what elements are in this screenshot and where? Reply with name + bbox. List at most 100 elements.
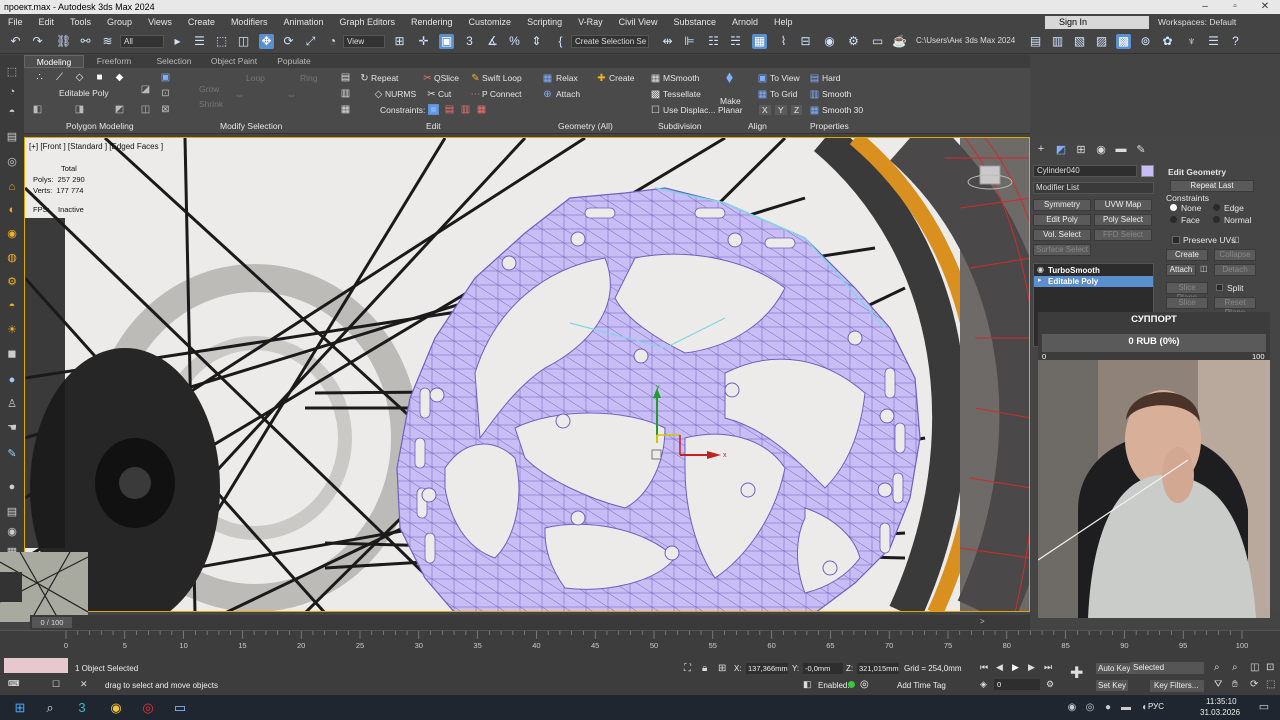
go-to-end-icon[interactable]: ⏭: [1044, 662, 1052, 673]
nurms-button[interactable]: NURMS: [385, 89, 416, 99]
detach-button[interactable]: Detach: [1214, 264, 1256, 276]
zoom-all-icon[interactable]: ⌕: [1232, 662, 1238, 673]
scale-icon[interactable]: ⤢: [303, 34, 318, 49]
set-key-button[interactable]: Set Key: [1096, 680, 1129, 691]
named-selection-dropdown[interactable]: Create Selection Se: [571, 35, 649, 48]
repeat-button[interactable]: Repeat: [371, 73, 398, 83]
spacewarps-icon[interactable]: ⚙: [5, 275, 19, 289]
obs-taskbar-icon[interactable]: ◎: [136, 695, 160, 720]
sign-in-button[interactable]: Sign In: [1045, 16, 1149, 29]
ffd-select-button[interactable]: FFD Select: [1094, 229, 1152, 241]
menu-graph-editors[interactable]: Graph Editors: [331, 17, 403, 27]
menu-scripting[interactable]: Scripting: [519, 17, 570, 27]
rectangular-selection-icon[interactable]: ⬚: [214, 34, 229, 49]
subobject-icon[interactable]: ▦: [340, 104, 351, 115]
maximize-viewport-icon[interactable]: ⬚: [1266, 679, 1275, 690]
curve-editor-icon[interactable]: ⌇: [776, 34, 791, 49]
reference-coordinate-dropdown[interactable]: View: [343, 35, 385, 48]
select-object-icon[interactable]: ▸: [170, 34, 185, 49]
rotate-icon[interactable]: ⟳: [281, 34, 296, 49]
viewport-icon[interactable]: ▩: [1116, 34, 1131, 49]
mirror-icon[interactable]: ⇹: [660, 34, 675, 49]
cameras-icon[interactable]: ◍: [5, 251, 19, 265]
constraint-face-icon[interactable]: ▥: [460, 104, 471, 115]
smooth30-button[interactable]: Smooth 30: [822, 105, 863, 115]
clock-time[interactable]: 11:35:10: [1206, 697, 1237, 706]
front-viewport[interactable]: y x [+] [Front ] [Standard ] [Edged Face…: [24, 137, 1030, 612]
box-icon[interactable]: ◼: [5, 347, 19, 361]
create-tab-icon[interactable]: +: [1034, 143, 1048, 157]
menu-vray[interactable]: V-Ray: [570, 17, 611, 27]
tab-object-paint[interactable]: Object Paint: [204, 55, 264, 68]
planar-y-button[interactable]: Y: [775, 105, 787, 115]
help-icon[interactable]: ?: [1228, 34, 1243, 49]
ring-arrows-icon[interactable]: ⇔: [286, 90, 297, 101]
uvw-map-button[interactable]: UVW Map: [1094, 199, 1152, 211]
editable-poly-label[interactable]: Editable Poly: [59, 88, 109, 98]
bind-space-warp-icon[interactable]: ≋: [100, 34, 115, 49]
select-manipulate-icon[interactable]: ✛: [416, 34, 431, 49]
tab-populate[interactable]: Populate: [264, 55, 324, 68]
slice-button[interactable]: Slice: [1166, 297, 1208, 309]
object-color-swatch[interactable]: [1141, 165, 1154, 177]
shapes-icon[interactable]: ◔: [5, 85, 19, 99]
current-frame-field[interactable]: 0: [994, 679, 1040, 690]
constraint-edge-radio[interactable]: [1213, 204, 1220, 211]
p-connect-button[interactable]: P Connect: [482, 89, 522, 99]
display-tab-icon[interactable]: ▬: [1114, 143, 1128, 157]
project-name[interactable]: 3ds Max 2024: [962, 35, 1016, 48]
tab-freeform[interactable]: Freeform: [84, 55, 144, 68]
use-displace-button[interactable]: Use Displac...: [663, 105, 715, 115]
minimize-icon[interactable]: –: [1190, 0, 1220, 14]
key-filters-button[interactable]: Key Filters...: [1150, 680, 1204, 692]
play-icon[interactable]: ▶: [1012, 662, 1019, 673]
snaps-toggle-icon[interactable]: 3: [462, 34, 477, 49]
open-folder-icon[interactable]: ▥: [1050, 34, 1065, 49]
track-bar[interactable]: 0 5 10 15 20 25 30 35 40 45 50 55 60 65 70 75 80 85 90 95 10…: [0, 630, 1280, 655]
edit-poly-button[interactable]: Edit Poly: [1033, 214, 1091, 226]
hard-button[interactable]: Hard: [822, 73, 840, 83]
schematic-view-icon[interactable]: ⊟: [798, 34, 813, 49]
relax-button[interactable]: Relax: [556, 73, 578, 83]
section-geometry[interactable]: Geometry (All): [558, 121, 613, 131]
z-coordinate-field[interactable]: 321,015mm: [857, 663, 899, 674]
vol-select-button[interactable]: Vol. Select: [1033, 229, 1091, 241]
isolate-icon[interactable]: ⛶: [684, 663, 691, 674]
menu-modifiers[interactable]: Modifiers: [223, 17, 276, 27]
grow-button[interactable]: Grow: [199, 84, 219, 94]
systems-icon[interactable]: ◓: [5, 299, 19, 313]
menu-group[interactable]: Group: [99, 17, 140, 27]
time-slider-next-icon[interactable]: >: [980, 617, 985, 626]
dot-icon[interactable]: ●: [5, 480, 19, 494]
time-tag-icon[interactable]: ◎: [860, 679, 869, 690]
motion-tab-icon[interactable]: ◉: [1094, 143, 1108, 157]
modifier-list-dropdown[interactable]: Modifier List: [1033, 182, 1154, 194]
to-grid-button[interactable]: To Grid: [770, 89, 797, 99]
viewport-scene[interactable]: y x: [25, 138, 1030, 612]
layer-explorer-icon[interactable]: ☵: [728, 34, 743, 49]
qslice-button[interactable]: QSlice: [434, 73, 459, 83]
constraint-normal-icon[interactable]: ▦: [476, 104, 487, 115]
geometry-icon[interactable]: ◐: [5, 203, 19, 217]
spinner-snap-icon[interactable]: ⇕: [529, 34, 544, 49]
soft-selection-icon[interactable]: ⊠: [160, 104, 171, 115]
explorer-taskbar-icon[interactable]: ▭: [168, 695, 192, 720]
attach-button[interactable]: Attach: [1166, 264, 1196, 276]
prev-frame-icon[interactable]: ◀: [996, 662, 1003, 673]
start-icon[interactable]: ⊞: [8, 695, 32, 720]
toggle-ribbon-icon[interactable]: ▦: [752, 34, 767, 49]
menu-rendering[interactable]: Rendering: [403, 17, 461, 27]
3dsmax-taskbar-icon[interactable]: 3: [70, 695, 94, 720]
adaptive-degradation-icon[interactable]: ◧: [803, 679, 812, 690]
time-config-icon[interactable]: ⚙: [1046, 679, 1054, 690]
window-crossing-icon[interactable]: ◫: [236, 34, 251, 49]
create-button[interactable]: Create: [1166, 249, 1208, 261]
tessellate-button[interactable]: Tessellate: [663, 89, 701, 99]
menu-file[interactable]: File: [0, 17, 31, 27]
planar-x-button[interactable]: X: [759, 105, 771, 115]
grid-icon[interactable]: ▨: [1094, 34, 1109, 49]
orbit-icon[interactable]: ⟳: [1250, 679, 1258, 690]
visibility-eye-icon[interactable]: ◉: [1037, 265, 1044, 274]
sphere-icon[interactable]: ●: [5, 373, 19, 387]
border-mode-icon[interactable]: ◇: [74, 72, 85, 83]
